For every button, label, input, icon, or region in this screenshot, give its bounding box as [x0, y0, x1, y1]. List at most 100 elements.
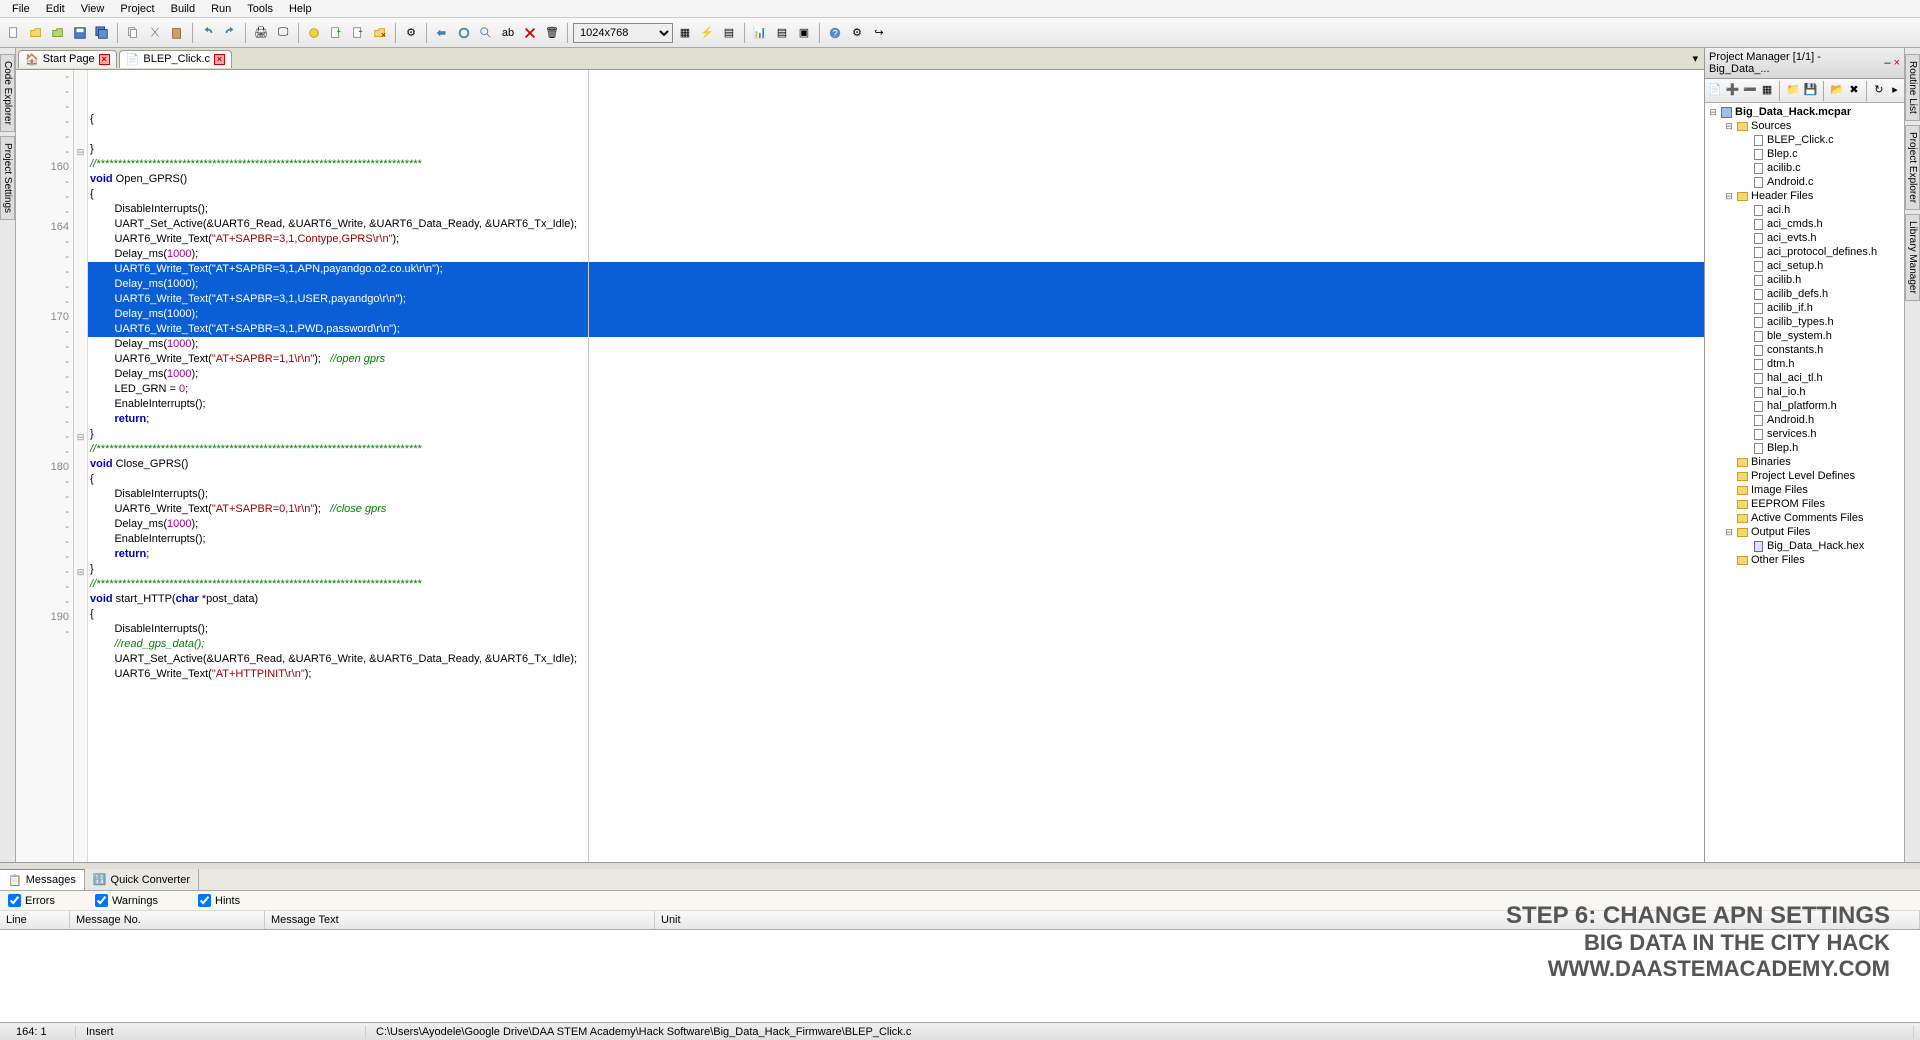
code-line[interactable]: //read_gps_data();: [88, 637, 1704, 652]
tree-file[interactable]: aci_setup.h: [1707, 259, 1902, 273]
code-line[interactable]: EnableInterrupts();: [88, 532, 1704, 547]
new-proj-icon[interactable]: 📄: [1707, 81, 1723, 97]
tree-file[interactable]: aci.h: [1707, 203, 1902, 217]
code-line[interactable]: Delay_ms(1000);: [88, 307, 1704, 322]
help-icon[interactable]: ?: [825, 23, 845, 43]
replace-icon[interactable]: ab: [498, 23, 518, 43]
cut-icon[interactable]: [145, 23, 165, 43]
tree-file[interactable]: hal_aci_tl.h: [1707, 371, 1902, 385]
stats-icon[interactable]: 📊: [750, 23, 770, 43]
code-line[interactable]: {: [88, 187, 1704, 202]
code-line[interactable]: {: [88, 112, 1704, 127]
tree-file[interactable]: hal_platform.h: [1707, 399, 1902, 413]
code-line[interactable]: DisableInterrupts();: [88, 622, 1704, 637]
save-all-icon[interactable]: [92, 23, 112, 43]
add-file-icon[interactable]: [326, 23, 346, 43]
code-line[interactable]: UART6_Write_Text("AT+SAPBR=0,1\r\n"); //…: [88, 502, 1704, 517]
close-icon[interactable]: ×: [214, 54, 225, 65]
save-icon[interactable]: [70, 23, 90, 43]
code-line[interactable]: UART6_Write_Text("AT+SAPBR=3,1,Contype,G…: [88, 232, 1704, 247]
list-icon[interactable]: ▤: [772, 23, 792, 43]
col-text[interactable]: Message Text: [265, 911, 655, 929]
tree-file[interactable]: Android.h: [1707, 413, 1902, 427]
col-msgno[interactable]: Message No.: [70, 911, 265, 929]
open-icon[interactable]: [26, 23, 46, 43]
tree-hex[interactable]: Big_Data_Hack.hex: [1707, 539, 1902, 553]
code-line[interactable]: void Open_GPRS(): [88, 172, 1704, 187]
tree-file[interactable]: constants.h: [1707, 343, 1902, 357]
tree-file[interactable]: acilib.c: [1707, 161, 1902, 175]
code-line[interactable]: }: [88, 427, 1704, 442]
folder-icon[interactable]: 📁: [1785, 81, 1801, 97]
tree-folder[interactable]: Binaries: [1707, 455, 1902, 469]
tab-start-page[interactable]: 🏠 Start Page ×: [18, 50, 117, 68]
menu-edit[interactable]: Edit: [38, 2, 73, 15]
code-line[interactable]: UART6_Write_Text("AT+SAPBR=3,1,PWD,passw…: [88, 322, 1704, 337]
menu-help[interactable]: Help: [281, 2, 320, 15]
code-line[interactable]: }: [88, 142, 1704, 157]
code-line[interactable]: }: [88, 562, 1704, 577]
hints-filter[interactable]: Hints: [198, 894, 240, 907]
tree-file[interactable]: acilib_types.h: [1707, 315, 1902, 329]
quick-converter-tab[interactable]: 🔢 Quick Converter: [85, 869, 199, 890]
close-icon[interactable]: [520, 23, 540, 43]
code-line[interactable]: Delay_ms(1000);: [88, 367, 1704, 382]
chip-icon[interactable]: ▦: [675, 23, 695, 43]
project-explorer-tab[interactable]: Project Explorer: [1905, 125, 1920, 210]
find-icon[interactable]: [476, 23, 496, 43]
copy-icon[interactable]: [123, 23, 143, 43]
resolution-select[interactable]: 1024x768: [573, 23, 673, 43]
close-proj-icon[interactable]: ✖: [1847, 81, 1861, 97]
close-icon[interactable]: ×: [1894, 57, 1900, 69]
build-all-icon[interactable]: [454, 23, 474, 43]
tab-menu-icon[interactable]: ▾: [1688, 52, 1702, 65]
tree-file[interactable]: BLEP_Click.c: [1707, 133, 1902, 147]
code-line[interactable]: void start_HTTP(char *post_data): [88, 592, 1704, 607]
code-line[interactable]: DisableInterrupts();: [88, 487, 1704, 502]
tree-folder[interactable]: ⊟Output Files: [1707, 525, 1902, 539]
code-line[interactable]: Delay_ms(1000);: [88, 337, 1704, 352]
code-line[interactable]: UART6_Write_Text("AT+SAPBR=1,1\r\n"); //…: [88, 352, 1704, 367]
code-line[interactable]: return;: [88, 412, 1704, 427]
menu-build[interactable]: Build: [163, 2, 203, 15]
code-line[interactable]: UART_Set_Active(&UART6_Read, &UART6_Writ…: [88, 652, 1704, 667]
prog-icon[interactable]: ▤: [719, 23, 739, 43]
step-icon[interactable]: [304, 23, 324, 43]
print-icon[interactable]: 🖨: [251, 23, 271, 43]
tree-file[interactable]: Blep.c: [1707, 147, 1902, 161]
tree-folder[interactable]: Image Files: [1707, 483, 1902, 497]
tree-file[interactable]: aci_protocol_defines.h: [1707, 245, 1902, 259]
settings-icon[interactable]: ⚙: [401, 23, 421, 43]
build-icon[interactable]: [432, 23, 452, 43]
tree-folder[interactable]: Project Level Defines: [1707, 469, 1902, 483]
tree-folder[interactable]: Other Files: [1707, 553, 1902, 567]
code-line[interactable]: {: [88, 472, 1704, 487]
new-icon[interactable]: [4, 23, 24, 43]
undo-icon[interactable]: [198, 23, 218, 43]
menu-tools[interactable]: Tools: [239, 2, 281, 15]
open-proj-icon[interactable]: [48, 23, 68, 43]
redo-icon[interactable]: [220, 23, 240, 43]
remove-icon[interactable]: ➖: [1742, 81, 1758, 97]
warnings-filter[interactable]: Warnings: [95, 894, 158, 907]
code-line[interactable]: Delay_ms(1000);: [88, 517, 1704, 532]
errors-filter[interactable]: Errors: [8, 894, 55, 907]
misc-icon[interactable]: ▦: [1760, 81, 1774, 97]
menu-view[interactable]: View: [73, 2, 113, 15]
col-unit[interactable]: Unit: [655, 911, 1920, 929]
config-icon[interactable]: ⚙: [847, 23, 867, 43]
minimize-icon[interactable]: –: [1884, 57, 1890, 69]
code-line[interactable]: UART6_Write_Text("AT+SAPBR=3,1,USER,paya…: [88, 292, 1704, 307]
code-line[interactable]: [88, 127, 1704, 142]
close-icon[interactable]: ×: [99, 54, 110, 65]
code-line[interactable]: Delay_ms(1000);: [88, 277, 1704, 292]
terminal-icon[interactable]: ▣: [794, 23, 814, 43]
routine-list-tab[interactable]: Routine List: [1905, 54, 1920, 121]
code-line[interactable]: LED_GRN = 0;: [88, 382, 1704, 397]
code-line[interactable]: //**************************************…: [88, 157, 1704, 172]
open-icon[interactable]: 📂: [1829, 81, 1845, 97]
code-line[interactable]: UART6_Write_Text("AT+HTTPINIT\r\n");: [88, 667, 1704, 682]
tree-file[interactable]: acilib.h: [1707, 273, 1902, 287]
code-line[interactable]: void Close_GPRS(): [88, 457, 1704, 472]
code-line[interactable]: return;: [88, 547, 1704, 562]
